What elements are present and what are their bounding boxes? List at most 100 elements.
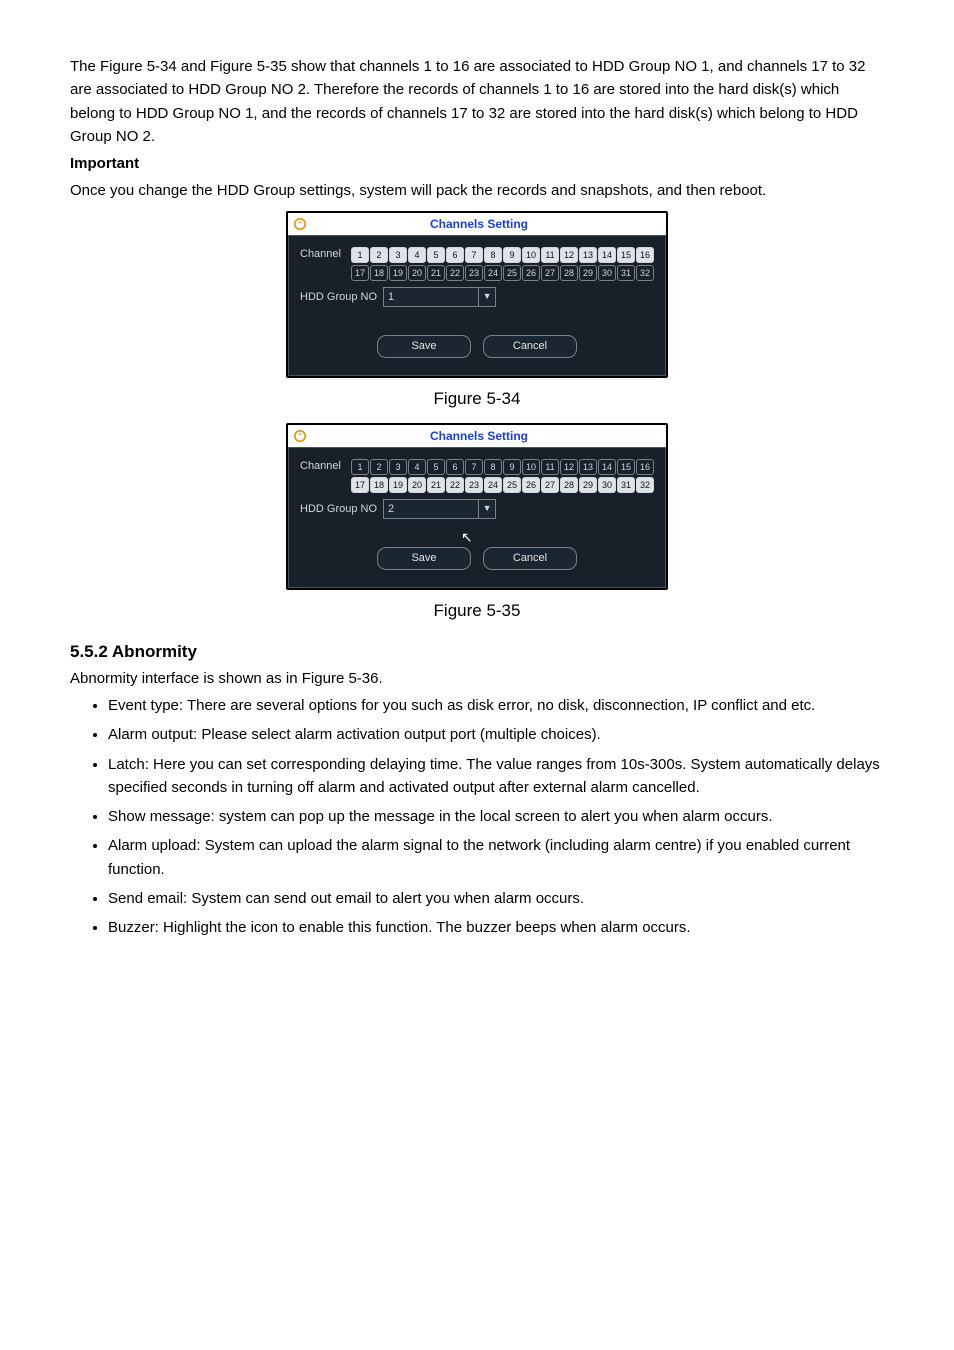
channel-box[interactable]: 7 [465, 459, 483, 475]
channel-box[interactable]: 28 [560, 477, 578, 493]
hdd-group-value: 2 [384, 501, 478, 518]
channel-box[interactable]: 18 [370, 265, 388, 281]
channel-box[interactable]: 4 [408, 247, 426, 263]
abnormity-intro: Abnormity interface is shown as in Figur… [70, 667, 884, 690]
channel-box[interactable]: 12 [560, 459, 578, 475]
channel-box[interactable]: 11 [541, 247, 559, 263]
channel-box[interactable]: 32 [636, 265, 654, 281]
channel-box[interactable]: 20 [408, 477, 426, 493]
channel-box[interactable]: 17 [351, 477, 369, 493]
bullet-send-email: Send email: System can send out email to… [108, 887, 884, 910]
channel-box[interactable]: 17 [351, 265, 369, 281]
channel-row-2: 17 18 19 20 21 22 23 24 25 26 27 28 29 3… [351, 265, 654, 281]
save-button[interactable]: Save [377, 547, 471, 570]
channel-box[interactable]: 16 [636, 459, 654, 475]
channel-box[interactable]: 21 [427, 477, 445, 493]
dialog-title: Channels Setting [314, 215, 662, 234]
channel-box[interactable]: 32 [636, 477, 654, 493]
cancel-button[interactable]: Cancel [483, 547, 577, 570]
hdd-group-value: 1 [384, 289, 478, 306]
bullet-buzzer: Buzzer: Highlight the icon to enable thi… [108, 916, 884, 939]
channel-box[interactable]: 10 [522, 459, 540, 475]
channel-box[interactable]: 30 [598, 265, 616, 281]
channel-box[interactable]: 27 [541, 265, 559, 281]
channel-box[interactable]: 9 [503, 459, 521, 475]
channel-box[interactable]: 21 [427, 265, 445, 281]
channels-setting-dialog-2: Channels Setting Channel 1 2 3 4 5 6 7 8… [286, 423, 668, 591]
channel-box[interactable]: 8 [484, 247, 502, 263]
intro-paragraph-1: The Figure 5-34 and Figure 5-35 show tha… [70, 55, 884, 148]
channel-box[interactable]: 7 [465, 247, 483, 263]
channel-box[interactable]: 8 [484, 459, 502, 475]
channel-box[interactable]: 19 [389, 265, 407, 281]
channel-box[interactable]: 24 [484, 477, 502, 493]
channel-box[interactable]: 24 [484, 265, 502, 281]
channel-box[interactable]: 16 [636, 247, 654, 263]
channel-label: Channel [300, 458, 351, 475]
channel-box[interactable]: 31 [617, 477, 635, 493]
save-button[interactable]: Save [377, 335, 471, 358]
bullet-event-type: Event type: There are several options fo… [108, 694, 884, 717]
channel-box[interactable]: 13 [579, 247, 597, 263]
channel-box[interactable]: 11 [541, 459, 559, 475]
hdd-group-select[interactable]: 2 ▼ [383, 499, 496, 519]
channel-box[interactable]: 10 [522, 247, 540, 263]
figure-caption-5-34: Figure 5-34 [70, 386, 884, 412]
channel-box[interactable]: 3 [389, 459, 407, 475]
bullet-show-message: Show message: system can pop up the mess… [108, 805, 884, 828]
channel-box[interactable]: 22 [446, 265, 464, 281]
channel-box[interactable]: 3 [389, 247, 407, 263]
channel-box[interactable]: 29 [579, 477, 597, 493]
channel-box[interactable]: 23 [465, 477, 483, 493]
channel-box[interactable]: 27 [541, 477, 559, 493]
figure-caption-5-35: Figure 5-35 [70, 598, 884, 624]
channel-box[interactable]: 15 [617, 247, 635, 263]
dialog-title-icon [292, 216, 308, 232]
hdd-group-label: HDD Group NO [300, 501, 377, 518]
channel-box[interactable]: 2 [370, 459, 388, 475]
channel-box[interactable]: 19 [389, 477, 407, 493]
channel-box[interactable]: 5 [427, 247, 445, 263]
channel-box[interactable]: 15 [617, 459, 635, 475]
channel-box[interactable]: 26 [522, 265, 540, 281]
channel-label: Channel [300, 246, 351, 263]
channel-row-1: 1 2 3 4 5 6 7 8 9 10 11 12 13 14 15 16 [351, 247, 654, 263]
channel-box[interactable]: 5 [427, 459, 445, 475]
dialog-title: Channels Setting [314, 427, 662, 446]
channel-box[interactable]: 12 [560, 247, 578, 263]
bullet-latch: Latch: Here you can set corresponding de… [108, 753, 884, 800]
channel-box[interactable]: 31 [617, 265, 635, 281]
channel-box[interactable]: 4 [408, 459, 426, 475]
hdd-group-select[interactable]: 1 ▼ [383, 287, 496, 307]
channel-box[interactable]: 9 [503, 247, 521, 263]
channel-box[interactable]: 20 [408, 265, 426, 281]
intro-paragraph-2: Once you change the HDD Group settings, … [70, 179, 884, 202]
channel-box[interactable]: 25 [503, 477, 521, 493]
channel-row-1: 1 2 3 4 5 6 7 8 9 10 11 12 13 14 15 16 [351, 459, 654, 475]
dialog-title-icon [292, 428, 308, 444]
chevron-down-icon[interactable]: ▼ [478, 500, 495, 518]
channel-box[interactable]: 13 [579, 459, 597, 475]
channel-box[interactable]: 22 [446, 477, 464, 493]
channel-box[interactable]: 6 [446, 459, 464, 475]
channel-box[interactable]: 28 [560, 265, 578, 281]
cancel-button[interactable]: Cancel [483, 335, 577, 358]
channel-box[interactable]: 29 [579, 265, 597, 281]
channel-box[interactable]: 30 [598, 477, 616, 493]
channel-row-2: 17 18 19 20 21 22 23 24 25 26 27 28 29 3… [351, 477, 654, 493]
channel-box[interactable]: 1 [351, 247, 369, 263]
channel-box[interactable]: 1 [351, 459, 369, 475]
section-heading-abnormity: 5.5.2 Abnormity [70, 639, 884, 665]
channel-box[interactable]: 2 [370, 247, 388, 263]
bullet-alarm-output: Alarm output: Please select alarm activa… [108, 723, 884, 746]
important-label: Important [70, 152, 884, 175]
channel-box[interactable]: 18 [370, 477, 388, 493]
chevron-down-icon[interactable]: ▼ [478, 288, 495, 306]
channel-box[interactable]: 14 [598, 247, 616, 263]
channel-box[interactable]: 6 [446, 247, 464, 263]
abnormity-bullet-list: Event type: There are several options fo… [70, 694, 884, 939]
channel-box[interactable]: 26 [522, 477, 540, 493]
channel-box[interactable]: 14 [598, 459, 616, 475]
channel-box[interactable]: 25 [503, 265, 521, 281]
channel-box[interactable]: 23 [465, 265, 483, 281]
